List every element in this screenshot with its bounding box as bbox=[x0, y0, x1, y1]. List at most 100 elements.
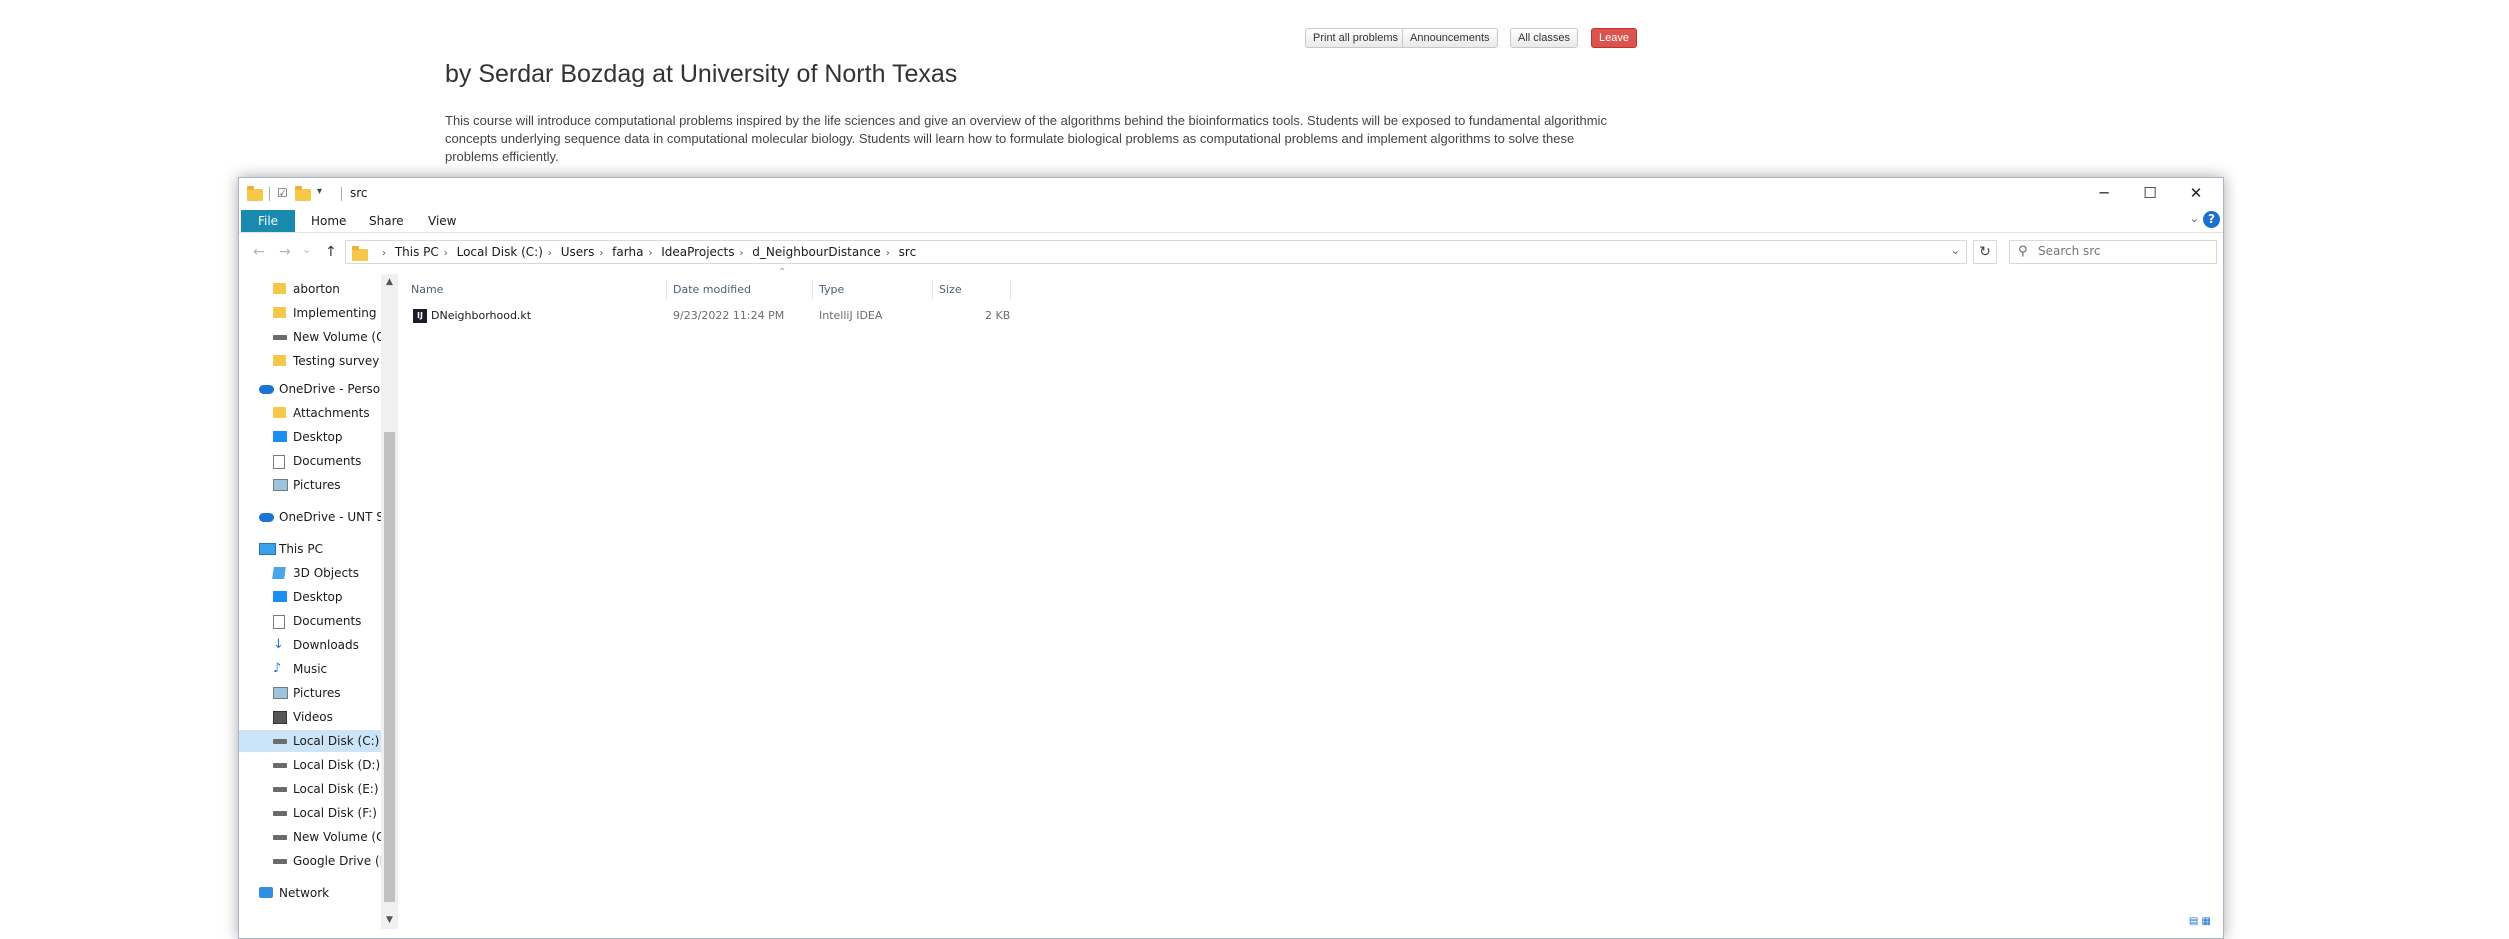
course-description: This course will introduce computational… bbox=[445, 113, 1607, 164]
nav-item[interactable]: OneDrive - UNT Sy bbox=[239, 506, 381, 528]
file-list-pane[interactable]: ⌃ Name Date modified Type Size IJ DNeigh… bbox=[405, 267, 2219, 929]
breadcrumb-separator-icon: › bbox=[443, 248, 448, 259]
this-pc-icon bbox=[259, 543, 276, 555]
nav-item[interactable]: Videos bbox=[239, 706, 381, 728]
downloads-icon: ↓ bbox=[273, 637, 284, 652]
announcements-button[interactable]: Announcements bbox=[1402, 28, 1498, 48]
maximize-button[interactable]: ☐ bbox=[2127, 178, 2173, 208]
nav-item[interactable]: Local Disk (C:) bbox=[239, 730, 381, 752]
folder-icon bbox=[247, 186, 263, 202]
breadcrumb-item[interactable]: IdeaProjects bbox=[661, 245, 734, 259]
nav-item-label: OneDrive - UNT Sy bbox=[279, 510, 381, 524]
nav-item-label: Downloads bbox=[293, 638, 359, 652]
tab-view[interactable]: View bbox=[414, 210, 470, 232]
scrollbar-thumb[interactable] bbox=[384, 432, 395, 902]
details-view-icon[interactable]: ▤ ▦ bbox=[2189, 916, 2211, 927]
up-arrow-icon[interactable]: ↑ bbox=[325, 244, 337, 260]
nav-scrollbar[interactable]: ▲ ▼ bbox=[381, 274, 398, 929]
search-box[interactable]: ⚲ bbox=[2009, 240, 2217, 264]
expand-ribbon-icon[interactable]: ⌄ bbox=[2190, 212, 2199, 225]
file-row[interactable]: IJ DNeighborhood.kt 9/23/2022 11:24 PM I… bbox=[405, 306, 1010, 326]
nav-item[interactable]: Documents bbox=[239, 610, 381, 632]
nav-item[interactable]: Attachments bbox=[239, 402, 381, 424]
nav-item-label: Local Disk (D:) bbox=[293, 758, 381, 772]
file-date-modified: 9/23/2022 11:24 PM bbox=[673, 309, 785, 322]
all-classes-button[interactable]: All classes bbox=[1510, 28, 1578, 48]
address-bar[interactable]: › This PC › Local Disk (C:) › Users › farha… bbox=[345, 240, 1967, 264]
nav-item[interactable]: OneDrive - Person bbox=[239, 378, 381, 400]
print-all-problems-button[interactable]: Print all problems bbox=[1305, 28, 1406, 48]
nav-item[interactable]: Documents bbox=[239, 450, 381, 472]
drive-icon bbox=[273, 739, 287, 744]
nav-item[interactable]: Google Drive (H: bbox=[239, 850, 381, 872]
nav-item[interactable]: Local Disk (E:) bbox=[239, 778, 381, 800]
nav-item[interactable]: Testing survey of bbox=[239, 350, 381, 372]
pictures-icon bbox=[273, 479, 288, 491]
nav-item[interactable]: Pictures bbox=[239, 682, 381, 704]
nav-item[interactable]: Local Disk (F:) bbox=[239, 802, 381, 824]
nav-item[interactable]: 3D Objects bbox=[239, 562, 381, 584]
customize-quick-access-icon[interactable]: ▾ bbox=[317, 186, 322, 202]
column-header-name[interactable]: Name bbox=[405, 280, 667, 300]
nav-item[interactable]: New Volume (G: bbox=[239, 326, 381, 348]
properties-icon[interactable]: ☑ bbox=[277, 186, 288, 202]
nav-item[interactable]: Desktop bbox=[239, 426, 381, 448]
file-explorer-window: ☑ ▾ src ─ ☐ ✕ File Home Share View ⌄ ? ←… bbox=[238, 177, 2224, 939]
nav-item-label: Pictures bbox=[293, 686, 341, 700]
breadcrumb-separator-icon: › bbox=[648, 248, 653, 259]
tab-share[interactable]: Share bbox=[355, 210, 418, 232]
nav-item-label: 3D Objects bbox=[293, 566, 360, 580]
nav-item[interactable]: Desktop bbox=[239, 586, 381, 608]
folder-icon bbox=[273, 283, 286, 294]
breadcrumb-item[interactable]: d_NeighbourDistance bbox=[752, 245, 881, 259]
column-header-size[interactable]: Size bbox=[933, 280, 1011, 300]
nav-item-label: New Volume (G: bbox=[293, 330, 381, 344]
breadcrumb-item[interactable]: This PC bbox=[395, 245, 439, 259]
close-button[interactable]: ✕ bbox=[2173, 178, 2219, 208]
nav-item[interactable]: aborton bbox=[239, 278, 381, 300]
breadcrumb-item[interactable]: Users bbox=[561, 245, 595, 259]
file-type: IntelliJ IDEA bbox=[819, 309, 883, 322]
address-dropdown-icon[interactable]: ⌄ bbox=[1951, 244, 1960, 257]
minimize-button[interactable]: ─ bbox=[2081, 178, 2127, 208]
drive-icon bbox=[273, 811, 287, 816]
title-bar[interactable]: ☑ ▾ src ─ ☐ ✕ bbox=[239, 178, 2223, 208]
navigation-pane[interactable]: aborton Implementing Lo New Volume (G: Test… bbox=[239, 274, 398, 929]
breadcrumb-item[interactable]: src bbox=[899, 245, 917, 259]
breadcrumb-item[interactable]: farha bbox=[612, 245, 643, 259]
refresh-icon[interactable]: ↻ bbox=[1973, 240, 1997, 264]
nav-item[interactable]: New Volume (G: bbox=[239, 826, 381, 848]
nav-item[interactable]: Pictures bbox=[239, 474, 381, 496]
new-folder-icon[interactable] bbox=[295, 186, 311, 202]
pictures-icon bbox=[273, 687, 288, 699]
ribbon-tabs: File Home Share View ⌄ ? bbox=[239, 208, 2223, 233]
nav-item[interactable]: ♪ Music bbox=[239, 658, 381, 680]
nav-item[interactable]: Network bbox=[239, 882, 381, 904]
nav-item[interactable]: Local Disk (D:) bbox=[239, 754, 381, 776]
nav-item[interactable]: This PC bbox=[239, 538, 381, 560]
nav-item[interactable]: ↓ Downloads bbox=[239, 634, 381, 656]
scroll-down-icon[interactable]: ▼ bbox=[381, 912, 398, 929]
drive-icon bbox=[273, 335, 287, 340]
nav-item-label: OneDrive - Person bbox=[279, 382, 381, 396]
breadcrumb-item[interactable]: Local Disk (C:) bbox=[457, 245, 543, 259]
tab-home[interactable]: Home bbox=[297, 210, 360, 232]
column-header-date-modified[interactable]: Date modified bbox=[667, 280, 813, 300]
documents-icon bbox=[273, 455, 285, 469]
nav-item[interactable]: Implementing Lo bbox=[239, 302, 381, 324]
music-icon: ♪ bbox=[273, 661, 282, 676]
leave-button[interactable]: Leave bbox=[1591, 28, 1637, 48]
desktop-icon bbox=[273, 591, 287, 602]
recent-locations-icon[interactable]: ⌄ bbox=[302, 243, 311, 256]
nav-item-label: Network bbox=[279, 886, 330, 900]
help-icon[interactable]: ? bbox=[2203, 211, 2220, 228]
folder-icon bbox=[273, 307, 286, 318]
tab-file[interactable]: File bbox=[241, 210, 295, 232]
scroll-up-icon[interactable]: ▲ bbox=[381, 274, 398, 291]
nav-item-label: Attachments bbox=[293, 406, 370, 420]
back-arrow-icon[interactable]: ← bbox=[253, 244, 265, 260]
videos-icon bbox=[273, 711, 287, 724]
search-input[interactable] bbox=[2038, 244, 2208, 258]
column-header-type[interactable]: Type bbox=[813, 280, 933, 300]
forward-arrow-icon[interactable]: → bbox=[279, 244, 291, 260]
